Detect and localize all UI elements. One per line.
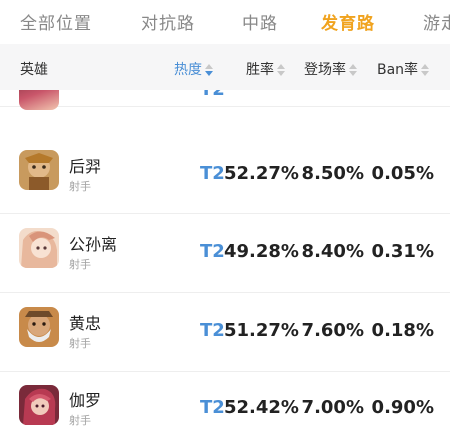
column-header-pick-rate-label: 登场率 [304, 62, 346, 78]
hero-role: 射手 [69, 337, 91, 350]
column-header-heat[interactable]: 热度 [174, 59, 213, 79]
houyi-avatar-icon [19, 150, 59, 190]
table-header: 英雄 热度 胜率 登场率 Ban率 [0, 44, 450, 90]
hero-pick-rate: 8.50% [301, 163, 364, 184]
sort-icon [421, 64, 430, 76]
jialuo-avatar-icon [19, 385, 59, 425]
hero-pick-rate: 8.40% [301, 241, 364, 262]
hero-name: 公孙离 [69, 235, 118, 254]
hero-tier: T2 [200, 320, 225, 341]
huangzhong-avatar-icon [19, 307, 59, 347]
position-tabs: 全部位置 对抗路 中路 发育路 游走 [0, 0, 450, 40]
tab-all-positions[interactable]: 全部位置 [20, 9, 92, 34]
hero-role: 射手 [69, 258, 91, 271]
column-header-heat-label: 热度 [174, 62, 202, 78]
hero-pick-rate: 7.00% [301, 397, 364, 418]
table-row[interactable]: 公孙离 射手 T2 49.28% 8.40% 0.31% [0, 214, 450, 293]
hero-role: 射手 [69, 180, 91, 193]
hero-name: 后羿 [69, 157, 102, 176]
hero-list: T2 后羿 射手 T2 52.27% 8.50% 0.05% [0, 90, 450, 435]
table-row[interactable]: 黄忠 射手 T2 51.27% 7.60% 0.18% [0, 293, 450, 372]
gongsunli-avatar-icon [19, 228, 59, 268]
tab-clash-lane[interactable]: 对抗路 [141, 9, 195, 34]
hero-ban-rate: 0.18% [371, 320, 434, 341]
table-row[interactable]: 后羿 射手 T2 52.27% 8.50% 0.05% [0, 135, 450, 214]
hero-win-rate: 51.27% [224, 320, 299, 341]
tab-mid-lane[interactable]: 中路 [242, 9, 278, 34]
column-header-ban-rate[interactable]: Ban率 [377, 59, 430, 79]
hero-win-rate: 52.42% [224, 397, 299, 418]
table-row[interactable]: 伽罗 射手 T2 52.42% 7.00% 0.90% [0, 372, 450, 435]
hero-ban-rate: 0.05% [371, 163, 434, 184]
column-header-pick-rate[interactable]: 登场率 [304, 59, 357, 79]
hero-win-rate: 52.27% [224, 163, 299, 184]
hero-pick-rate: 7.60% [301, 320, 364, 341]
hero-avatar-icon [19, 90, 59, 110]
table-row-partial[interactable]: T2 [0, 90, 450, 110]
sort-icon [277, 64, 285, 76]
hero-name: 伽罗 [69, 391, 102, 410]
hero-tier: T2 [200, 90, 225, 100]
hero-role: 射手 [69, 414, 91, 427]
column-header-win-rate-label: 胜率 [246, 62, 274, 78]
tab-farm-lane[interactable]: 发育路 [321, 9, 375, 34]
hero-ban-rate: 0.31% [371, 241, 434, 262]
hero-tier: T2 [200, 241, 225, 262]
sort-icon [349, 64, 357, 76]
column-header-win-rate[interactable]: 胜率 [246, 59, 285, 79]
hero-tier: T2 [200, 397, 225, 418]
hero-tier: T2 [200, 163, 225, 184]
hero-win-rate: 49.28% [224, 241, 299, 262]
hero-name: 黄忠 [69, 314, 102, 333]
column-header-hero: 英雄 [20, 62, 48, 78]
column-header-ban-rate-label: Ban率 [377, 62, 419, 78]
sort-desc-icon [205, 64, 213, 76]
tab-roam[interactable]: 游走 [423, 9, 450, 34]
hero-ban-rate: 0.90% [371, 397, 434, 418]
